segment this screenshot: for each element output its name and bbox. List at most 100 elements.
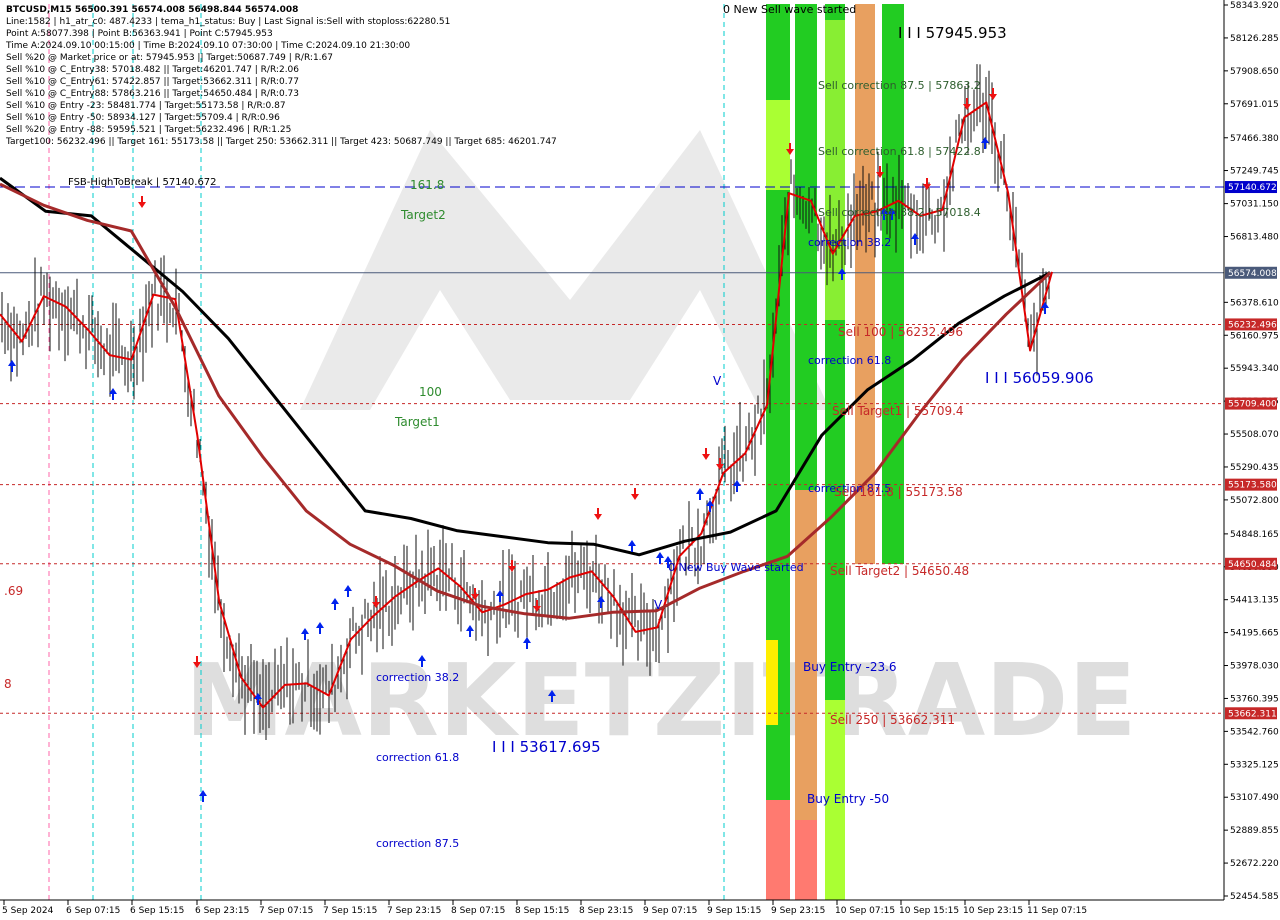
watermark-text: MARKETZITRADE <box>185 642 1137 759</box>
correction-618-right: correction 61.8 <box>808 354 891 367</box>
sell-arrow-icon <box>923 178 931 190</box>
buy-arrow-icon <box>597 596 605 608</box>
y-tick-label: 56813.480 <box>1230 233 1279 243</box>
info-line-9: Sell %10 @ Entry -50: 58934.127 | Target… <box>6 113 280 123</box>
x-tick-label: 8 Sep 07:15 <box>451 906 505 916</box>
y-tick-label: 56378.610 <box>1230 298 1279 308</box>
info-line-11: Target100: 56232.496 || Target 161: 5517… <box>6 137 557 147</box>
zone-salmon-1 <box>766 800 790 900</box>
y-tick-label: 53325.125 <box>1230 760 1279 770</box>
x-tick-label: 7 Sep 07:15 <box>259 906 313 916</box>
fib-1618-label: 161.8 <box>410 178 444 192</box>
info-line-1: Line:1582 | h1_atr_c0: 487.4233 | tema_h… <box>6 17 451 27</box>
buy-arrow-icon <box>628 540 636 552</box>
x-tick-label: 10 Sep 23:15 <box>963 906 1023 916</box>
buy-arrow-icon <box>301 628 309 640</box>
sell-arrow-icon <box>989 88 997 100</box>
indicator-info-panel: BTCUSD,M15 56500.391 56574.008 56498.844… <box>6 4 706 148</box>
y-tick-label: 52672.220 <box>1230 859 1279 869</box>
buy-arrow-icon <box>981 137 989 149</box>
y-tick-label: 58343.920 <box>1230 1 1279 11</box>
buy-arrow-icon <box>466 625 474 637</box>
sell-arrow-icon <box>471 588 479 600</box>
wave-letter-v1: V <box>713 374 722 388</box>
zone-yellow <box>766 640 778 725</box>
sell-arrow-icon <box>594 508 602 520</box>
y-tick-label: 56160.975 <box>1230 331 1279 341</box>
x-tick-label: 10 Sep 15:15 <box>899 906 959 916</box>
price-tag-label: 57140.672 <box>1228 183 1277 193</box>
info-line-10: Sell %20 @ Entry -88: 59595.521 | Target… <box>6 125 292 135</box>
price-tag-label: 56232.496 <box>1228 320 1277 330</box>
correction-875-left: correction 87.5 <box>376 837 459 850</box>
x-tick-label: 10 Sep 07:15 <box>835 906 895 916</box>
correction-382-left: correction 38.2 <box>376 671 459 684</box>
y-tick-label: 58126.285 <box>1230 34 1279 44</box>
sell-arrow-icon <box>702 448 710 460</box>
buy-arrow-icon <box>331 598 339 610</box>
price-tag-label: 55709.400 <box>1228 400 1277 410</box>
point-c-label: I I I 57945.953 <box>898 24 1007 42</box>
x-tick-label: 5 Sep 2024 <box>2 906 54 916</box>
y-tick-label: 55072.800 <box>1230 496 1279 506</box>
sell-correction-875: Sell correction 87.5 | 57863.2 <box>818 79 981 92</box>
correction-618-left: correction 61.8 <box>376 751 459 764</box>
zone-lime-1 <box>766 100 790 190</box>
buy-arrow-icon <box>696 488 704 500</box>
info-line-3: Time A:2024.09.10 00:15:00 | Time B:2024… <box>6 41 411 51</box>
buy-arrow-icon <box>316 622 324 634</box>
y-tick-label: 57908.650 <box>1230 67 1279 77</box>
fsb-label: FSB-HighToBreak | 57140.672 <box>68 177 217 188</box>
zone-salmon-2 <box>795 820 817 900</box>
price-tag-label: 54650.484 <box>1228 560 1277 570</box>
buy-entry-50-label: Buy Entry -50 <box>807 792 889 806</box>
sell-correction-618: Sell correction 61.8 | 57422.8 <box>818 145 981 158</box>
buy-entry-236-label: Buy Entry -23.6 <box>803 660 897 674</box>
left-edge-label-8: 8 <box>4 677 12 691</box>
x-tick-label: 8 Sep 23:15 <box>579 906 633 916</box>
sell-target1-label: Sell Target1 | 55709.4 <box>832 404 964 418</box>
x-tick-labels: 5 Sep 2024 6 Sep 07:15 6 Sep 15:15 6 Sep 23… <box>2 900 1087 916</box>
sell-correction-382: Sell correction 38.2 | 57018.4 <box>818 206 981 219</box>
y-tick-label: 57249.745 <box>1230 167 1279 177</box>
y-tick-label: 57031.150 <box>1230 200 1279 210</box>
watermark: MARKETZITRADE <box>185 130 1137 759</box>
y-tick-label: 52889.855 <box>1230 826 1279 836</box>
correction-382-right: correction 38.2 <box>808 236 891 249</box>
new-sell-label: 0 New Sell wave started <box>723 3 856 16</box>
buy-arrow-icon <box>911 233 919 245</box>
y-tick-label: 54195.665 <box>1230 629 1279 639</box>
sell-250-label: Sell 250 | 53662.311 <box>830 713 955 727</box>
x-tick-label: 6 Sep 23:15 <box>195 906 249 916</box>
y-tick-label: 54848.165 <box>1230 530 1279 540</box>
y-tick-label: 57691.015 <box>1230 100 1279 110</box>
buy-arrow-icon <box>344 585 352 597</box>
info-line-5: Sell %10 @ C_Entry38: 57018.482 || Targe… <box>6 65 300 75</box>
y-tick-label: 53107.490 <box>1230 793 1279 803</box>
price-tag-label: 53662.311 <box>1228 709 1277 719</box>
x-tick-label: 9 Sep 23:15 <box>771 906 825 916</box>
point-b-label: I I I 56059.906 <box>985 369 1094 387</box>
info-line-4: Sell %20 @ Market price or at: 57945.953… <box>6 53 333 63</box>
y-tick-label: 55290.435 <box>1230 463 1279 473</box>
sell-100-label: Sell 100 | 56232.496 <box>838 325 963 339</box>
left-edge-label-69: .69 <box>4 584 23 598</box>
info-line-7: Sell %10 @ C_Entry88: 57863.216 || Targe… <box>6 89 300 99</box>
sell-1618-label: Sell 161.8 | 55173.58 <box>834 485 963 499</box>
sell-target2-label: Sell Target2 | 54650.48 <box>830 564 969 578</box>
sell-arrow-icon <box>963 98 971 110</box>
x-tick-label: 8 Sep 15:15 <box>515 906 569 916</box>
sell-arrow-icon <box>716 458 724 470</box>
y-tick-label: 53760.395 <box>1230 694 1279 704</box>
sell-arrow-icon <box>533 600 541 612</box>
price-tag-label: 55173.580 <box>1228 481 1277 491</box>
info-line-8: Sell %10 @ Entry -23: 58481.774 | Target… <box>6 101 286 111</box>
fib-100-label: 100 <box>419 385 442 399</box>
price-tag-label: 56574.008 <box>1228 269 1277 279</box>
x-tick-label: 6 Sep 15:15 <box>130 906 184 916</box>
x-tick-label: 11 Sep 07:15 <box>1027 906 1087 916</box>
point-low-label: I I I 53617.695 <box>492 738 601 756</box>
y-tick-label: 55508.070 <box>1230 430 1279 440</box>
info-line-2: Point A:58077.398 | Point B:56363.941 | … <box>6 29 273 39</box>
buy-arrow-icon <box>199 790 207 802</box>
